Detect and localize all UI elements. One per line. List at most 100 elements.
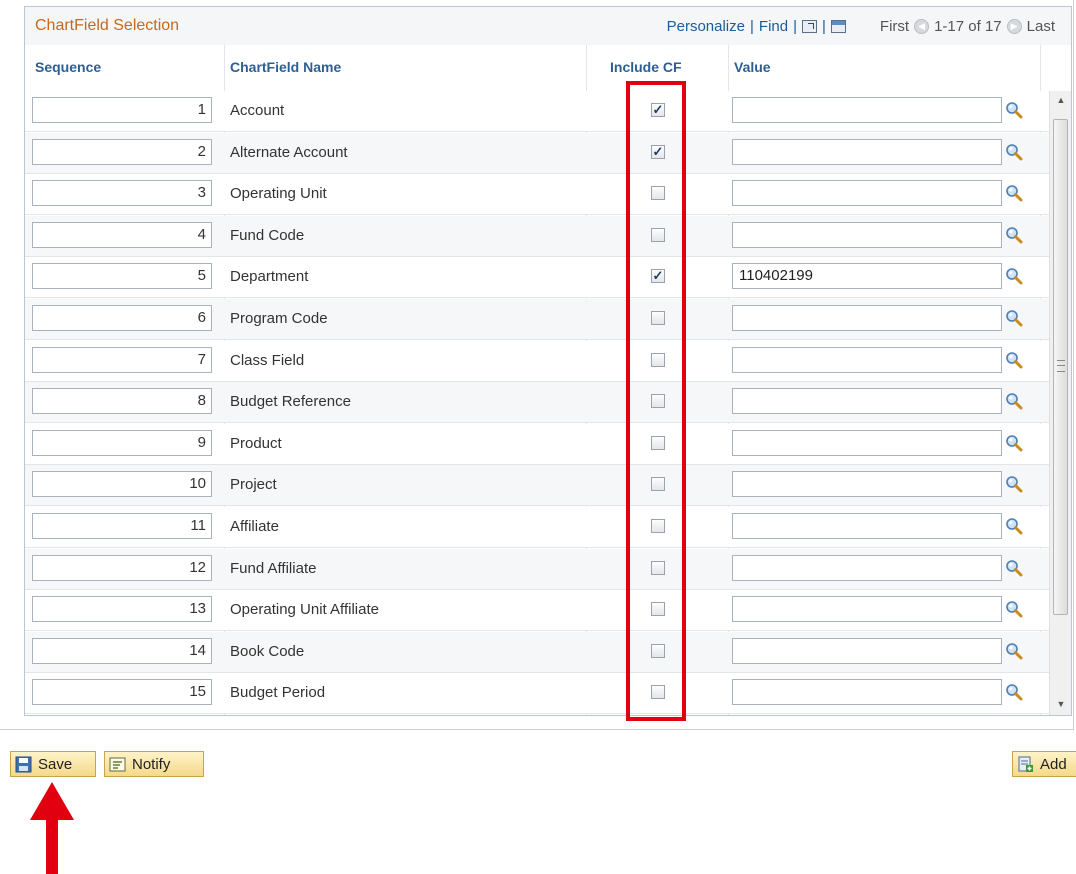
table-row: 2 Alternate Account ✓ — [25, 132, 1049, 174]
value-input[interactable] — [732, 513, 1002, 539]
value-input[interactable]: 110402199 — [732, 263, 1002, 290]
sequence-input[interactable]: 2 — [32, 138, 212, 165]
table-row: 5 Department ✓ 110402199 — [25, 257, 1049, 299]
value-input[interactable] — [732, 180, 1002, 207]
scrollbar-thumb[interactable] — [1053, 119, 1068, 615]
notify-icon — [109, 757, 126, 771]
magnifier-icon[interactable] — [1005, 475, 1023, 493]
magnifier-icon[interactable] — [1005, 392, 1023, 410]
magnifier-icon[interactable] — [1005, 517, 1023, 535]
table-row: 3 Operating Unit — [25, 174, 1049, 216]
chartfield-name: Program Code — [230, 310, 328, 327]
value-input[interactable] — [732, 429, 1002, 456]
magnifier-icon[interactable] — [1005, 683, 1023, 701]
value-input[interactable] — [732, 221, 1002, 248]
find-link[interactable]: Find — [759, 18, 788, 35]
value-input[interactable] — [732, 97, 1002, 123]
chartfield-name: Affiliate — [230, 518, 279, 535]
grid-title: ChartField Selection — [35, 17, 180, 34]
value-input[interactable] — [732, 679, 1002, 706]
table-row: 1 Account ✓ — [25, 91, 1049, 132]
sequence-input[interactable]: 10 — [32, 471, 212, 498]
last-link[interactable]: Last — [1027, 18, 1055, 35]
value-input[interactable] — [732, 637, 1002, 664]
value-input[interactable] — [732, 388, 1002, 415]
magnifier-icon[interactable] — [1005, 184, 1023, 202]
magnifier-icon[interactable] — [1005, 267, 1023, 285]
magnifier-icon[interactable] — [1005, 642, 1023, 660]
table-row: 14 Book Code — [25, 631, 1049, 673]
add-document-icon — [1018, 756, 1033, 772]
chartfield-name: Budget Reference — [230, 393, 351, 411]
scroll-down-arrow-icon[interactable]: ▼ — [1054, 699, 1068, 711]
value-input[interactable] — [732, 554, 1002, 581]
grid-header: ChartField Selection Personalize | Find … — [25, 7, 1071, 46]
magnifier-icon[interactable] — [1005, 226, 1023, 244]
chartfield-name: Project — [230, 476, 277, 494]
chartfield-name: Operating Unit Affiliate — [230, 601, 379, 619]
magnifier-icon[interactable] — [1005, 143, 1023, 161]
magnifier-icon[interactable] — [1005, 559, 1023, 577]
value-input[interactable] — [732, 305, 1002, 331]
sequence-input[interactable]: 7 — [32, 346, 212, 373]
sequence-input[interactable]: 5 — [32, 263, 212, 290]
magnifier-icon[interactable] — [1005, 351, 1023, 369]
magnifier-icon[interactable] — [1005, 434, 1023, 452]
personalize-link[interactable]: Personalize — [667, 18, 745, 35]
sequence-input[interactable]: 15 — [32, 679, 212, 706]
scroll-up-arrow-icon[interactable]: ▲ — [1054, 95, 1068, 107]
value-input[interactable] — [732, 596, 1002, 623]
table-row: 7 Class Field — [25, 340, 1049, 382]
chartfield-name: Department — [230, 268, 309, 286]
download-spreadsheet-icon[interactable] — [830, 20, 846, 33]
view-all-icon[interactable] — [802, 20, 817, 33]
add-button[interactable]: Add — [1012, 751, 1076, 777]
table-row: 10 Project — [25, 465, 1049, 507]
chartfield-name: Fund Affiliate — [230, 559, 317, 577]
magnifier-icon[interactable] — [1005, 600, 1023, 618]
column-header-include-cf[interactable]: Include CF — [610, 59, 682, 75]
sequence-input[interactable]: 3 — [32, 180, 212, 207]
chartfield-name: Book Code — [230, 642, 305, 660]
chartfield-name: Operating Unit — [230, 185, 327, 203]
chartfield-name: Product — [230, 434, 282, 452]
sequence-input[interactable]: 11 — [32, 513, 212, 539]
table-row: 4 Fund Code — [25, 215, 1049, 257]
sequence-input[interactable]: 6 — [32, 305, 212, 331]
chartfield-name: Account — [230, 102, 285, 119]
table-row: 11 Affiliate — [25, 507, 1049, 548]
magnifier-icon[interactable] — [1005, 309, 1023, 327]
vertical-scrollbar[interactable]: ▲ ▼ — [1049, 91, 1071, 715]
save-button[interactable]: Save — [10, 751, 96, 777]
next-arrow-icon[interactable]: ▶ — [1006, 19, 1022, 34]
value-input[interactable] — [732, 346, 1002, 373]
chartfield-grid: ChartField Selection Personalize | Find … — [24, 6, 1072, 716]
save-button-label: Save — [38, 755, 73, 773]
include-cf-highlight-box — [626, 81, 686, 721]
magnifier-icon[interactable] — [1005, 101, 1023, 119]
red-arrow-annotation — [30, 782, 74, 874]
sequence-input[interactable]: 13 — [32, 596, 212, 623]
sequence-input[interactable]: 8 — [32, 388, 212, 415]
column-header-value[interactable]: Value — [734, 59, 771, 75]
notify-button[interactable]: Notify — [104, 751, 204, 777]
sequence-input[interactable]: 14 — [32, 637, 212, 664]
sequence-input[interactable]: 12 — [32, 554, 212, 581]
sequence-input[interactable]: 4 — [32, 221, 212, 248]
first-link[interactable]: First — [880, 18, 909, 35]
table-row: 8 Budget Reference — [25, 382, 1049, 424]
previous-arrow-icon[interactable]: ◀ — [914, 19, 930, 34]
chartfield-name: Class Field — [230, 351, 305, 369]
table-row: 15 Budget Period — [25, 673, 1049, 715]
sequence-input[interactable]: 1 — [32, 97, 212, 123]
sequence-input[interactable]: 9 — [32, 429, 212, 456]
value-input[interactable] — [732, 138, 1002, 165]
value-input[interactable] — [732, 471, 1002, 498]
table-row: 12 Fund Affiliate — [25, 548, 1049, 590]
row-range: 1-17 of 17 — [934, 18, 1002, 35]
column-header-chartfield-name[interactable]: ChartField Name — [230, 59, 341, 75]
column-header-sequence[interactable]: Sequence — [35, 59, 101, 75]
chartfield-name: Budget Period — [230, 684, 326, 702]
grid-navigation: Personalize | Find | | First ◀ 1-17 of 1… — [666, 18, 1055, 35]
add-button-label: Add — [1040, 755, 1067, 773]
